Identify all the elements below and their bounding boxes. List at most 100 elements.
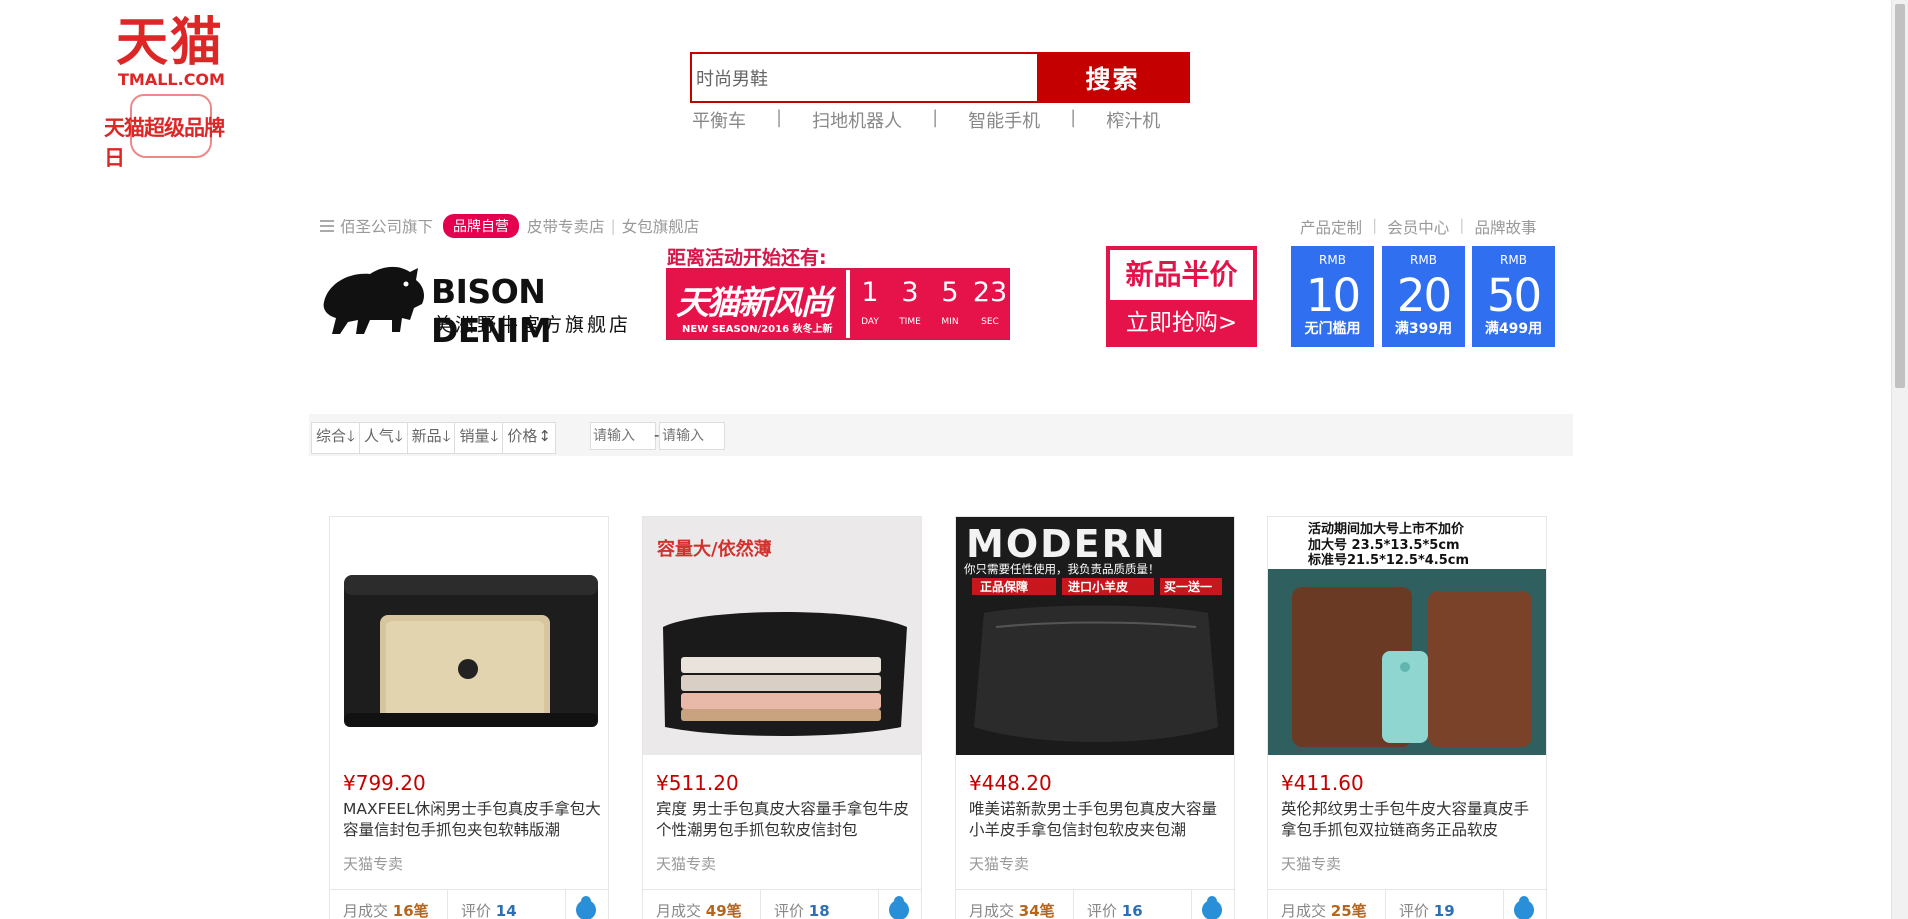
countdown-minute: 5 MIN [930, 270, 970, 338]
countdown-day: 1 DAY [850, 270, 890, 338]
image-size-standard: 标准号21.5*12.5*4.5cm [1307, 552, 1469, 568]
arrow-down-icon: 🡓 [347, 427, 355, 445]
reviews[interactable]: 评价 18 [761, 890, 879, 919]
chat-icon[interactable] [1514, 896, 1534, 919]
sort-options: 综合🡓 人气🡓 新品🡓 销量🡓 价格↕ [311, 422, 556, 454]
reviews-count: 18 [808, 902, 830, 919]
product-title[interactable]: MAXFEEL休闲男士手包真皮手拿包大容量信封包手抓包夹包软韩版潮 [343, 799, 603, 841]
sales-count: 25笔 [1330, 902, 1367, 919]
search-button[interactable]: 搜索 [1037, 54, 1188, 101]
countdown-title: 距离活动开始还有: [667, 247, 827, 269]
product-title[interactable]: 唯美诺新款男士手包男包真皮大容量小羊皮手拿包信封包软皮夹包潮 [969, 799, 1229, 841]
product-card[interactable]: MODERN 你只需要任性使用，我负责品质质量！ 正品保障 进口小羊皮 买一送一… [955, 516, 1235, 919]
countdown-unit: MIN [941, 317, 959, 327]
product-title[interactable]: 宾度 男士手包真皮大容量手拿包牛皮个性潮男包手抓包软皮信封包 [656, 799, 916, 841]
separator: | [1070, 107, 1077, 128]
price-min-input[interactable] [590, 422, 656, 450]
hot-word-link[interactable]: 平衡车 [692, 107, 746, 133]
reviews[interactable]: 评价 14 [448, 890, 566, 919]
coupon-card[interactable]: RMB 50 满499用 [1472, 246, 1555, 347]
self-operated-badge[interactable]: 品牌自营 [443, 214, 520, 238]
product-price: ¥799.20 [343, 771, 426, 795]
reviews[interactable]: 评价 19 [1386, 890, 1504, 919]
sub-shop-link[interactable]: 女包旗舰店 [622, 215, 700, 237]
buy-now-link[interactable]: 立即抢购> [1106, 304, 1257, 342]
shop-tag: 天猫专卖 [1281, 855, 1342, 873]
sort-bar: 综合🡓 人气🡓 新品🡓 销量🡓 价格↕ - [309, 414, 1573, 456]
half-price-title: 新品半价 [1110, 250, 1253, 300]
product-title[interactable]: 英伦邦纹男士手包牛皮大容量真皮手拿包手抓包双拉链商务正品软皮 [1281, 799, 1541, 841]
sales-count: 49笔 [705, 902, 742, 919]
product-card[interactable]: ¥799.20 MAXFEEL休闲男士手包真皮手拿包大容量信封包手抓包夹包软韩版… [329, 516, 609, 919]
reviews-count: 14 [495, 902, 517, 919]
page-scrollbar[interactable] [1891, 0, 1908, 919]
countdown-unit: TIME [899, 317, 921, 327]
chat-icon[interactable] [576, 896, 596, 919]
product-stats: 月成交 25笔 评价 19 [1268, 889, 1546, 919]
chat-icon[interactable] [1202, 896, 1222, 919]
countdown-unit: SEC [981, 317, 999, 327]
countdown-second: 23 SEC [970, 270, 1010, 338]
custom-product-link[interactable]: 产品定制 [1300, 216, 1362, 238]
product-card[interactable]: 容量大/依然薄 ¥511.20 宾度 男士手包真皮大容量手拿包牛皮个性潮男包手抓… [642, 516, 922, 919]
hot-word-link[interactable]: 榨汁机 [1106, 107, 1160, 133]
product-card[interactable]: 活动期间加大号上市不加价 加大号 23.5*13.5*5cm 标准号21.5*1… [1267, 516, 1547, 919]
sort-label: 综合 [316, 427, 347, 445]
logo-url: TMALL.COM [118, 70, 225, 89]
coupon-condition: 无门槛用 [1304, 321, 1361, 337]
sort-price[interactable]: 价格↕ [503, 423, 555, 453]
sort-label: 人气 [363, 427, 394, 445]
product-price: ¥511.20 [656, 771, 739, 795]
half-price-banner[interactable]: 新品半价 立即抢购> [1106, 246, 1257, 347]
coupon-card[interactable]: RMB 10 无门槛用 [1291, 246, 1374, 347]
shop-tag: 天猫专卖 [969, 855, 1030, 873]
sort-comprehensive[interactable]: 综合🡓 [312, 423, 360, 453]
product-image[interactable]: 容量大/依然薄 [643, 517, 921, 755]
sort-sales[interactable]: 销量🡓 [455, 423, 504, 453]
coupon-condition: 满399用 [1394, 321, 1453, 337]
arrow-down-icon: 🡓 [490, 427, 499, 445]
shop-links: 产品定制 | 会员中心 | 品牌故事 [1300, 216, 1537, 238]
product-image[interactable]: MODERN 你只需要任性使用，我负责品质质量！ 正品保障 进口小羊皮 买一送一 [956, 517, 1234, 755]
shop-nav: 佰圣公司旗下 品牌自营 皮带专卖店 | 女包旗舰店 [320, 214, 699, 238]
hot-word-link[interactable]: 扫地机器人 [812, 107, 902, 133]
product-stats: 月成交 34笔 评价 16 [956, 889, 1234, 919]
coupon-card[interactable]: RMB 20 满399用 [1382, 246, 1465, 347]
separator: | [932, 107, 939, 128]
member-center-link[interactable]: 会员中心 [1387, 216, 1449, 238]
hot-word-link[interactable]: 智能手机 [968, 107, 1040, 133]
shop-tag: 天猫专卖 [656, 855, 717, 873]
image-caption: 容量大/依然薄 [657, 538, 772, 560]
coupon-amount: 20 [1396, 269, 1452, 322]
chat-icon[interactable] [889, 896, 909, 919]
arrow-updown-icon: ↕ [538, 427, 551, 445]
company-link[interactable]: 佰圣公司旗下 [340, 215, 433, 237]
arrow-down-icon: 🡓 [442, 427, 451, 445]
sort-label: 价格 [507, 427, 538, 445]
product-image[interactable]: 活动期间加大号上市不加价 加大号 23.5*13.5*5cm 标准号21.5*1… [1268, 517, 1546, 755]
image-caption: 活动期间加大号上市不加价 [1308, 521, 1465, 537]
sales-label: 月成交 [343, 902, 389, 919]
price-max-input[interactable] [659, 422, 725, 450]
countdown-value: 3 [901, 277, 919, 308]
coupon-condition: 满499用 [1484, 321, 1543, 337]
shop-tag: 天猫专卖 [343, 855, 404, 873]
image-caption: MODERN [966, 522, 1167, 566]
coupon-amount: 50 [1486, 269, 1542, 322]
sub-shop-link[interactable]: 皮带专卖店 [527, 215, 605, 237]
product-image[interactable] [330, 517, 608, 755]
sort-newest[interactable]: 新品🡓 [408, 423, 456, 453]
tmall-logo[interactable]: 天猫 TMALL.COM 天猫超级品牌日 [100, 14, 240, 170]
menu-icon[interactable] [320, 220, 334, 232]
arrow-down-icon: 🡓 [394, 427, 403, 445]
brand-story-link[interactable]: 品牌故事 [1475, 216, 1537, 238]
reviews[interactable]: 评价 16 [1074, 890, 1192, 919]
countdown-banner[interactable]: 天猫新风尚 NEW SEASON/2016 秋冬上新 1 DAY 3 TIME … [666, 268, 1010, 340]
product-stats: 月成交 49笔 评价 18 [643, 889, 921, 919]
brand-logo[interactable]: BISON DENIM 美洲野牛官方旗舰店 [318, 258, 638, 350]
countdown-season: NEW SEASON/2016 秋冬上新 [682, 324, 833, 335]
sort-popularity[interactable]: 人气🡓 [360, 423, 408, 453]
reviews-label: 评价 [1087, 902, 1118, 919]
search-input[interactable] [692, 54, 1037, 101]
scrollbar-thumb[interactable] [1895, 4, 1905, 388]
